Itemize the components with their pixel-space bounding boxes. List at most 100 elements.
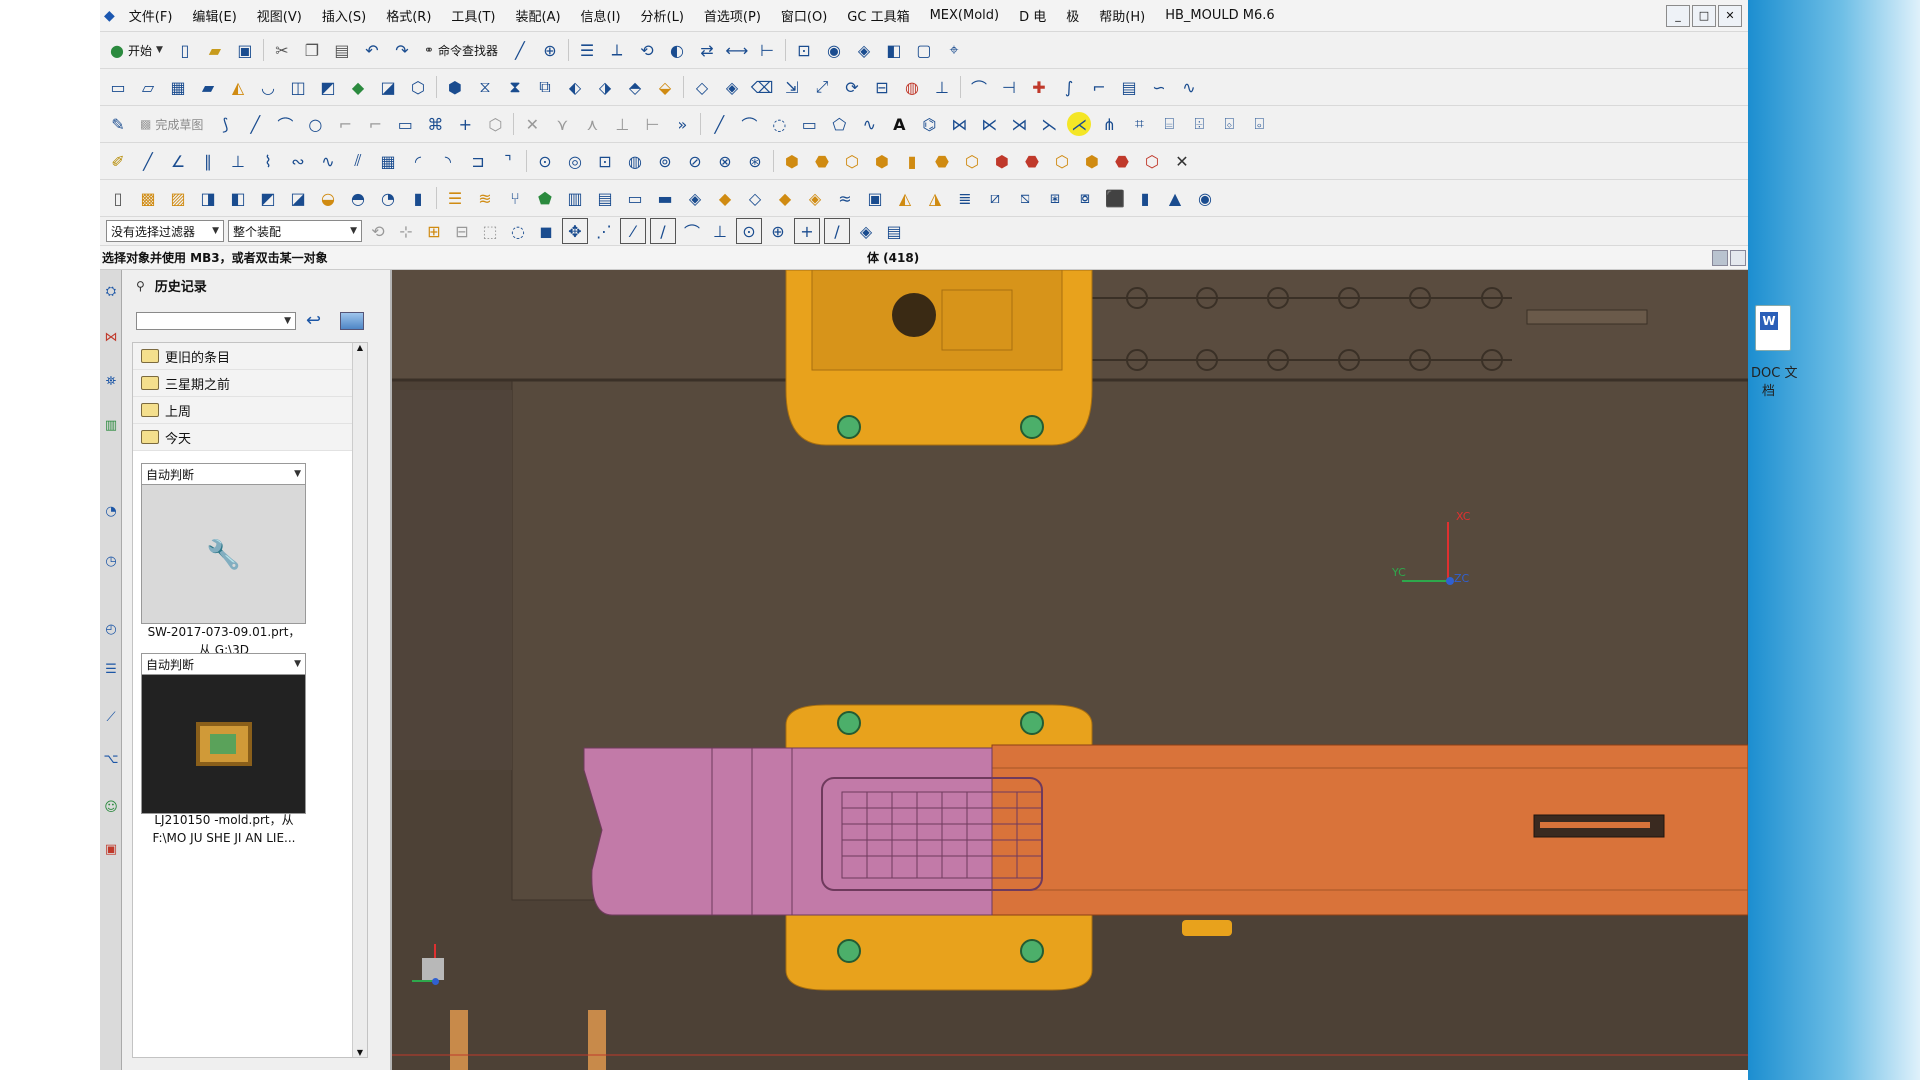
part-navigator-icon[interactable]: ⛯ bbox=[102, 372, 120, 390]
mold-init-icon[interactable]: ⬣ bbox=[810, 149, 834, 173]
cavity-layout-icon[interactable]: ⬣ bbox=[930, 149, 954, 173]
mirror-icon[interactable]: ⧖ bbox=[473, 75, 497, 99]
orange-block-icon[interactable]: ◆ bbox=[713, 186, 737, 210]
arc-tangent-icon[interactable]: ◝ bbox=[436, 149, 460, 173]
color-map-icon[interactable]: ◍ bbox=[900, 75, 924, 99]
snap-icon[interactable]: ⊹ bbox=[394, 219, 418, 243]
point-icon[interactable]: + bbox=[453, 112, 477, 136]
diamond-icon[interactable]: ◆ bbox=[346, 75, 370, 99]
offset-region-icon[interactable]: ⊟ bbox=[870, 75, 894, 99]
clock-icon[interactable]: ◴ bbox=[102, 620, 120, 638]
helix-icon[interactable]: ⌬ bbox=[917, 112, 941, 136]
system-materials-icon[interactable]: ☰ bbox=[102, 660, 120, 678]
join-curve-icon[interactable]: ⌻ bbox=[1247, 112, 1271, 136]
basic-line-icon[interactable]: ╱ bbox=[707, 112, 731, 136]
menu-insert[interactable]: 插入(S) bbox=[312, 6, 376, 25]
manufacturing-wizard-icon[interactable]: ⌥ bbox=[102, 750, 120, 768]
runner-icon[interactable]: ▨ bbox=[166, 186, 190, 210]
history-filter-select[interactable]: ▼ bbox=[136, 312, 296, 330]
scroll-up-arrow-icon[interactable]: ▲ bbox=[353, 343, 367, 352]
history-folder-today[interactable]: 今天 bbox=[133, 424, 367, 451]
history-icon[interactable]: ◷ bbox=[102, 552, 120, 570]
wireframe-icon[interactable]: ◌ bbox=[506, 219, 530, 243]
box-select-icon[interactable]: ▣ bbox=[863, 186, 887, 210]
selection-scope-select[interactable]: 整个装配 ▼ bbox=[228, 220, 362, 242]
edge-display-icon[interactable]: ◧ bbox=[882, 38, 906, 62]
basic-arc-icon[interactable]: ⌒ bbox=[737, 112, 761, 136]
menu-analysis[interactable]: 分析(L) bbox=[631, 6, 694, 25]
angle-line-icon[interactable]: ∠ bbox=[166, 149, 190, 173]
patch-tool-icon[interactable]: ⬡ bbox=[960, 149, 984, 173]
more-sketch-icon[interactable]: » bbox=[670, 112, 694, 136]
curve-analysis-icon[interactable]: ⊛ bbox=[743, 149, 767, 173]
arc-tool-icon[interactable]: ◜ bbox=[406, 149, 430, 173]
circle-square-icon[interactable]: ⊡ bbox=[593, 149, 617, 173]
end-point-icon[interactable]: ⋰ bbox=[592, 219, 616, 243]
scroll-down-arrow-icon[interactable]: ▼ bbox=[353, 1048, 367, 1057]
constraint-icon[interactable]: ⊥ bbox=[610, 112, 634, 136]
render-icon[interactable]: ◐ bbox=[665, 38, 689, 62]
make-corner-icon[interactable]: ⋏ bbox=[580, 112, 604, 136]
roles-icon[interactable]: ☺ bbox=[102, 798, 120, 816]
law-curve-icon[interactable]: ∿ bbox=[1177, 75, 1201, 99]
intersection-icon[interactable]: ⊥ bbox=[708, 219, 732, 243]
document-icon[interactable]: ▤ bbox=[1117, 75, 1141, 99]
stack-2-icon[interactable]: ⧅ bbox=[1013, 186, 1037, 210]
branch-icon[interactable]: ⑂ bbox=[503, 186, 527, 210]
mold-base-icon[interactable]: ⬣ bbox=[1020, 149, 1044, 173]
flame-icon[interactable]: ◭ bbox=[226, 75, 250, 99]
slider-icon[interactable]: ⬣ bbox=[1110, 149, 1134, 173]
model-view[interactable] bbox=[392, 270, 1748, 1070]
layer-stack-icon[interactable]: ⬙ bbox=[653, 75, 677, 99]
bom-icon[interactable]: ▤ bbox=[593, 186, 617, 210]
circle-diameter-icon[interactable]: ⊘ bbox=[683, 149, 707, 173]
menu-format[interactable]: 格式(R) bbox=[376, 6, 441, 25]
wcs-icon[interactable]: ⟂ bbox=[605, 38, 629, 62]
offset-3d-icon[interactable]: ⌹ bbox=[1187, 112, 1211, 136]
project-curve-icon[interactable]: ⋉ bbox=[977, 112, 1001, 136]
can-icon[interactable]: ▮ bbox=[1133, 186, 1157, 210]
maximize-button[interactable]: □ bbox=[1692, 4, 1716, 27]
quadrant-icon[interactable]: ⊕ bbox=[766, 219, 790, 243]
close-x-icon[interactable]: ✕ bbox=[1170, 149, 1194, 173]
move-icon[interactable]: ⇄ bbox=[695, 38, 719, 62]
block-3-icon[interactable]: ◩ bbox=[256, 186, 280, 210]
sketch-icon[interactable]: ✎ bbox=[106, 112, 130, 136]
quick-trim-icon[interactable]: ✕ bbox=[520, 112, 544, 136]
existing-point-icon[interactable]: + bbox=[794, 218, 820, 244]
start-button[interactable]: ● 开始 ▼ bbox=[106, 38, 167, 62]
connect-icon[interactable]: ⬟ bbox=[533, 186, 557, 210]
mid-point-icon[interactable]: ⁄ bbox=[620, 218, 646, 244]
menu-preferences[interactable]: 首选项(P) bbox=[694, 6, 771, 25]
tilt-icon[interactable]: ⧄ bbox=[983, 186, 1007, 210]
view-thumbnail-icon[interactable] bbox=[340, 312, 364, 330]
solid-icon[interactable]: ⧇ bbox=[1073, 186, 1097, 210]
pocket-icon[interactable]: ◔ bbox=[376, 186, 400, 210]
extract-icon[interactable]: ⧗ bbox=[503, 75, 527, 99]
close-button[interactable]: ✕ bbox=[1718, 4, 1742, 27]
paste-icon[interactable]: ▤ bbox=[330, 38, 354, 62]
flow-icon[interactable]: ≋ bbox=[473, 186, 497, 210]
ruled-icon[interactable]: ◫ bbox=[286, 75, 310, 99]
distance-icon[interactable]: ⊢ bbox=[755, 38, 779, 62]
combined-curve-icon[interactable]: ⋊ bbox=[1007, 112, 1031, 136]
open-folder-icon[interactable]: ▰ bbox=[203, 38, 227, 62]
layer-icon[interactable]: ☰ bbox=[575, 38, 599, 62]
workpiece-icon[interactable]: ▮ bbox=[900, 149, 924, 173]
stack-icon[interactable]: ☰ bbox=[443, 186, 467, 210]
highlighted-tool-icon[interactable]: ⋌ bbox=[1067, 112, 1092, 136]
wave-icon[interactable]: ≈ bbox=[833, 186, 857, 210]
sketch-line-icon[interactable]: ╱ bbox=[243, 112, 267, 136]
profile-icon[interactable]: ⟆ bbox=[213, 112, 237, 136]
cross-icon[interactable]: ✚ bbox=[1027, 75, 1051, 99]
parting-icon[interactable]: ⬢ bbox=[990, 149, 1014, 173]
basic-spline-icon[interactable]: ∿ bbox=[857, 112, 881, 136]
constraint-navigator-icon[interactable]: ⋈ bbox=[102, 328, 120, 346]
ejector-icon[interactable]: ⬢ bbox=[1080, 149, 1104, 173]
control-point-icon[interactable]: / bbox=[650, 218, 676, 244]
history-entry-filter[interactable]: 自动判断 ▼ bbox=[142, 654, 305, 675]
corner-icon[interactable]: ⌐ bbox=[1087, 75, 1111, 99]
bracket-icon[interactable]: ⊐ bbox=[466, 149, 490, 173]
cone-icon[interactable]: ▲ bbox=[1163, 186, 1187, 210]
spline-icon[interactable]: ∽ bbox=[1147, 75, 1171, 99]
